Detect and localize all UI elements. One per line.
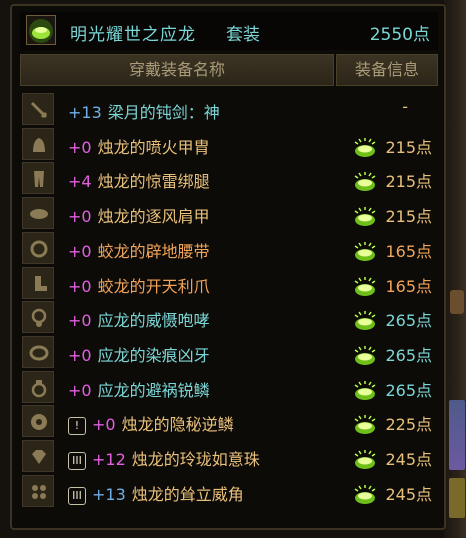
subequip-icon [22, 405, 54, 438]
item-points: - [402, 97, 408, 116]
equipment-row[interactable]: +0 应龙的染痕凶牙 265点 [20, 335, 438, 369]
green-orb-icon [353, 172, 377, 196]
set-header: 明光耀世之应龙 套装 2550点 [20, 12, 438, 50]
column-info-header: 装备信息 [336, 54, 438, 86]
item-name-group: +0 应龙的染痕凶牙 [68, 342, 210, 366]
equipment-row[interactable]: +13 梁月的钝剑：神 - [20, 92, 438, 126]
background-decoration [450, 290, 464, 314]
set-suffix: 套装 [226, 25, 260, 45]
item-name: 应龙的染痕凶牙 [97, 345, 210, 365]
item-points: 245点 [385, 450, 432, 469]
green-orb-icon [353, 276, 377, 301]
rank-badge: III [68, 452, 86, 470]
equipment-row[interactable]: ! +0 烛龙的隐秘逆鳞 225点 [20, 404, 438, 438]
item-name-group: +0 烛龙的逐风肩甲 [68, 203, 210, 227]
rank-badge: III [68, 486, 86, 505]
boots-icon [22, 266, 54, 299]
enhance-level: +4 [68, 172, 92, 192]
item-name-group: ! +0 烛龙的隐秘逆鳞 [68, 411, 234, 436]
item-name: 烛龙的玲珑如意珠 [131, 450, 260, 469]
equipment-row[interactable]: +0 烛龙的喷火甲胄 215点 [20, 127, 438, 161]
item-name: 烛龙的逐风肩甲 [97, 207, 210, 227]
ring-icon [22, 370, 54, 403]
item-name-group: III +12 烛龙的玲珑如意珠 [68, 446, 260, 470]
equipment-row[interactable]: +0 应龙的避祸锐鳞 265点 [20, 370, 438, 404]
item-points: 245点 [385, 484, 432, 504]
item-points: 215点 [385, 207, 432, 227]
gem-icon [22, 440, 54, 472]
set-tooltip-panel: 明光耀世之应龙 套装 2550点 穿戴装备名称 装备信息 +13 梁月的钝剑：神 -… [10, 4, 446, 530]
set-total-points: 2550点 [369, 25, 430, 45]
item-points: 215点 [385, 137, 432, 157]
equipment-row[interactable]: +0 烛龙的逐风肩甲 215点 [20, 196, 438, 230]
item-points: 265点 [385, 311, 432, 331]
green-orb-icon [353, 450, 377, 474]
background-decoration [449, 400, 465, 470]
item-points: 265点 [385, 345, 432, 365]
earring-icon [22, 474, 54, 507]
enhance-level: +13 [68, 103, 102, 122]
green-orb-icon [353, 415, 377, 439]
rank-badge: ! [68, 417, 86, 436]
item-name-group: +0 应龙的避祸锐鳞 [68, 377, 210, 401]
item-points: 165点 [385, 276, 432, 296]
green-orb-icon [353, 207, 377, 231]
item-name-group: +0 应龙的威慑咆哮 [68, 307, 210, 331]
green-orb-icon [353, 484, 377, 509]
enhance-level: +0 [68, 207, 92, 227]
helmet-armor-icon [22, 127, 54, 160]
item-name: 烛龙的隐秘逆鳞 [121, 415, 234, 435]
green-orb-icon [353, 380, 377, 405]
equipment-row[interactable]: +0 应龙的威慑咆哮 265点 [20, 300, 438, 334]
item-name: 应龙的威慑咆哮 [97, 311, 210, 331]
enhance-level: +0 [68, 311, 92, 331]
enhance-level: +0 [68, 276, 92, 296]
item-points: 265点 [385, 380, 432, 400]
item-points: 215点 [385, 172, 432, 192]
item-name: 烛龙的耸立威角 [131, 484, 244, 504]
enhance-level: +13 [92, 484, 126, 504]
background-edge [444, 0, 466, 538]
bracelet-icon [22, 335, 54, 368]
item-name-group: +4 烛龙的惊雷绑腿 [68, 168, 210, 192]
equipment-row[interactable]: III +13 烛龙的耸立威角 245点 [20, 474, 438, 508]
item-name: 烛龙的惊雷绑腿 [97, 172, 210, 192]
item-points: 225点 [385, 415, 432, 435]
background-decoration [449, 478, 465, 518]
enhance-level: +12 [92, 450, 126, 469]
equipment-row[interactable]: +4 烛龙的惊雷绑腿 215点 [20, 161, 438, 195]
item-points: 165点 [385, 241, 432, 261]
enhance-level: +0 [68, 241, 92, 261]
shoulder-icon [22, 197, 54, 230]
equipment-row[interactable]: III +12 烛龙的玲珑如意珠 245点 [20, 439, 438, 473]
enhance-level: +0 [92, 415, 116, 435]
item-name: 梁月的钝剑：神 [107, 103, 220, 122]
leggings-icon [22, 162, 54, 195]
green-orb-icon [26, 15, 56, 45]
belt-icon [22, 231, 54, 264]
item-name-group: +0 蛟龙的辟地腰带 [68, 238, 210, 262]
enhance-level: +0 [68, 137, 92, 157]
item-name: 蛟龙的开天利爪 [97, 276, 210, 296]
enhance-level: +0 [68, 380, 92, 400]
necklace-icon [22, 301, 54, 334]
enhance-level: +0 [68, 345, 92, 365]
green-orb-icon [353, 345, 377, 370]
item-name: 烛龙的喷火甲胄 [97, 137, 210, 157]
item-name-group: +13 梁月的钝剑：神 [68, 99, 220, 123]
equipment-row[interactable]: +0 蛟龙的开天利爪 165点 [20, 266, 438, 300]
set-title: 明光耀世之应龙 [70, 25, 196, 45]
item-name-group: III +13 烛龙的耸立威角 [68, 481, 244, 505]
green-orb-icon [353, 137, 377, 162]
item-name-group: +0 蛟龙的开天利爪 [68, 273, 210, 297]
weapon-icon [22, 93, 54, 125]
item-name-group: +0 烛龙的喷火甲胄 [68, 134, 210, 158]
equipment-row[interactable]: +0 蛟龙的辟地腰带 165点 [20, 231, 438, 265]
item-name: 应龙的避祸锐鳞 [97, 380, 210, 400]
column-name-header: 穿戴装备名称 [20, 54, 334, 86]
item-name: 蛟龙的辟地腰带 [97, 241, 210, 261]
column-header: 穿戴装备名称 装备信息 [20, 54, 438, 86]
green-orb-icon [353, 241, 377, 266]
green-orb-icon [353, 311, 377, 335]
